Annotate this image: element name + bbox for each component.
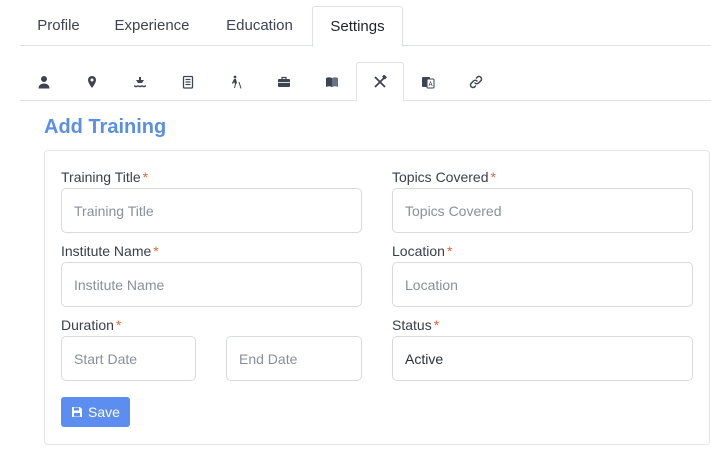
required-marker: * (153, 243, 159, 259)
icon-tab-language[interactable]: A (404, 62, 452, 101)
briefcase-icon (278, 76, 290, 87)
language-icon: A (422, 76, 435, 88)
institute-name-input[interactable] (61, 262, 362, 307)
save-icon (72, 407, 83, 417)
status-label: Status * (392, 317, 439, 333)
icon-tab-links[interactable] (452, 62, 500, 101)
user-icon (38, 75, 50, 88)
end-date-input[interactable] (226, 336, 362, 381)
topics-covered-label: Topics Covered * (392, 169, 496, 185)
tools-icon (374, 75, 387, 88)
start-date-input[interactable] (61, 336, 196, 381)
icon-tab-disability[interactable] (212, 62, 260, 101)
icon-tab-training[interactable] (356, 62, 404, 102)
tab-education[interactable]: Education (207, 6, 312, 46)
training-title-label: Training Title * (61, 169, 148, 185)
required-marker: * (433, 317, 440, 333)
status-label-text: Status (392, 317, 432, 333)
training-title-label-text: Training Title (61, 169, 141, 185)
save-button-label: Save (88, 404, 120, 420)
save-button[interactable]: Save (61, 397, 130, 427)
icon-tab-bar: A (20, 62, 711, 102)
clipboard-icon (182, 75, 194, 89)
required-marker: * (490, 169, 496, 185)
main-tab-bar: Profile Experience Education Settings (20, 6, 711, 47)
topics-covered-input[interactable] (392, 188, 693, 233)
location-label-text: Location (392, 243, 445, 259)
duration-label-text: Duration (61, 317, 114, 333)
status-selected-value: Active (405, 350, 444, 367)
status-select[interactable]: Active (392, 336, 693, 381)
tab-settings[interactable]: Settings (312, 6, 403, 47)
link-icon (469, 75, 483, 88)
walking-cane-icon (232, 75, 242, 89)
institute-name-label-text: Institute Name (61, 243, 152, 259)
required-marker: * (446, 243, 453, 259)
institute-name-label: Institute Name * (61, 243, 159, 259)
tab-profile[interactable]: Profile (20, 6, 97, 46)
icon-tab-notes[interactable] (164, 62, 212, 101)
icon-tab-personal[interactable] (20, 62, 68, 101)
book-icon (326, 76, 338, 87)
topics-covered-label-text: Topics Covered (392, 169, 489, 185)
location-label: Location * (392, 243, 452, 259)
icon-tab-employment[interactable] (260, 62, 308, 101)
tab-experience[interactable]: Experience (97, 6, 207, 46)
boat-icon (134, 76, 146, 87)
required-marker: * (142, 169, 149, 185)
section-title: Add Training (44, 116, 167, 138)
map-pin-icon (88, 75, 96, 88)
training-title-input[interactable] (61, 188, 362, 233)
duration-label: Duration * (61, 317, 121, 333)
location-input[interactable] (392, 262, 693, 307)
icon-tab-address[interactable] (68, 62, 116, 101)
required-marker: * (115, 317, 122, 333)
icon-tab-travel[interactable] (116, 62, 164, 101)
icon-tab-publications[interactable] (308, 62, 356, 101)
